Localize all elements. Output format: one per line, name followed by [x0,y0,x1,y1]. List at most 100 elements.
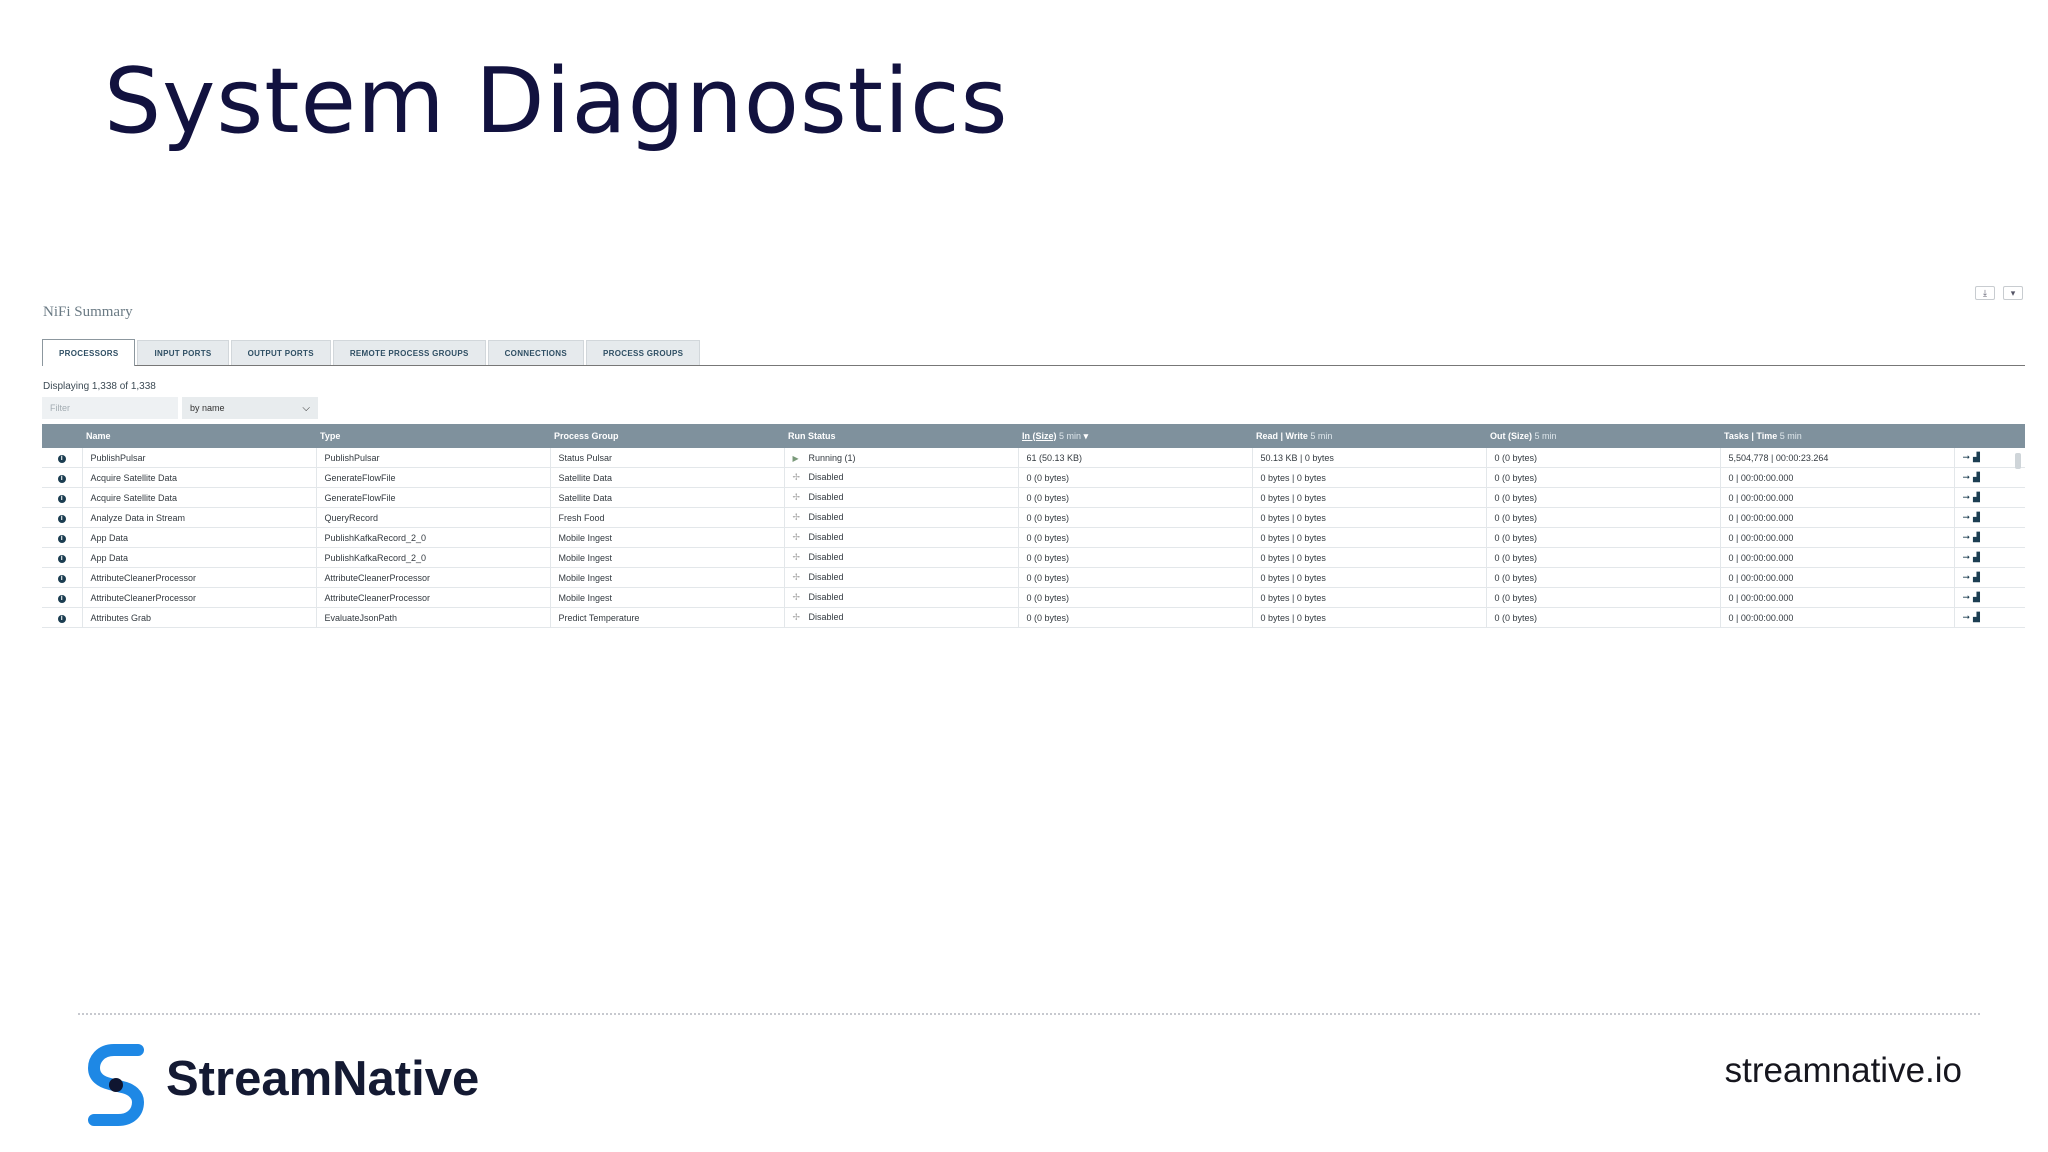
col-read-write[interactable]: Read | Write 5 min [1252,424,1486,448]
table-row[interactable]: i Acquire Satellite Data GenerateFlowFile S… [42,487,2025,508]
disabled-icon: ✢ [792,552,801,562]
bar-chart-icon[interactable]: ▟ [1973,492,1980,502]
chevron-down-icon: ⌵ [302,402,310,414]
arrow-right-icon[interactable]: ➞ [1963,572,1971,582]
info-circle-icon[interactable]: i [57,535,66,543]
bar-chart-icon[interactable]: ▟ [1973,472,1980,482]
cell-run-status: ✢ Disabled [783,487,1018,508]
arrow-right-icon[interactable]: ➞ [1963,612,1971,622]
info-circle-icon[interactable]: i [57,475,66,483]
col-run-status[interactable]: Run Status [784,424,1018,448]
cell-out: 0 (0 bytes) [1485,487,1720,508]
info-cell[interactable]: i [42,487,82,508]
arrow-right-icon[interactable]: ➞ [1963,532,1971,542]
table-row[interactable]: i AttributeCleanerProcessor AttributeClean… [42,587,2025,608]
info-circle-icon[interactable]: i [57,575,66,583]
bar-chart-icon[interactable]: ▟ [1973,572,1980,582]
tab-processors[interactable]: PROCESSORS [42,339,136,366]
bar-chart-icon[interactable]: ▟ [1973,552,1980,562]
info-circle-icon[interactable]: i [57,615,66,623]
tab-input-ports[interactable]: INPUT PORTS [137,340,229,365]
footer-divider [78,1013,1980,1015]
cell-out: 0 (0 bytes) [1485,507,1720,528]
info-circle-icon[interactable]: i [57,555,66,563]
info-cell[interactable]: i [42,467,82,488]
col-out-size[interactable]: Out (Size) 5 min [1486,424,1720,448]
window-controls: ⤓ ▾ [1975,286,2023,300]
col-type[interactable]: Type [316,424,550,448]
disabled-icon: ✢ [792,532,801,542]
bar-chart-icon[interactable]: ▟ [1973,512,1980,522]
col-name[interactable]: Name [82,424,316,448]
cell-type: AttributeCleanerProcessor [315,567,550,588]
cell-in: 0 (0 bytes) [1017,547,1252,568]
processor-table: Name Type Process Group Run Status In (S… [42,424,2025,628]
bar-chart-icon[interactable]: ▟ [1973,612,1980,622]
streamnative-logo-icon [87,1044,145,1131]
cell-run-status: ✢ Disabled [783,467,1018,488]
info-circle-icon[interactable]: i [57,495,66,503]
info-circle-icon[interactable]: i [57,515,66,523]
cell-run-status: ✢ Disabled [783,587,1018,608]
cell-process-group: Mobile Ingest [549,547,784,568]
col-process-group[interactable]: Process Group [550,424,784,448]
cell-tasks-time: 0 | 00:00:00.000 [1719,587,1954,608]
tab-process-groups[interactable]: PROCESS GROUPS [586,340,701,365]
disabled-icon: ✢ [792,572,801,582]
bar-chart-icon[interactable]: ▟ [1973,532,1980,542]
tab-output-ports[interactable]: OUTPUT PORTS [230,340,331,365]
cell-read-write: 50.13 KB | 0 bytes [1251,448,1486,468]
cell-type: PublishPulsar [315,448,550,468]
table-row[interactable]: i Analyze Data in Stream QueryRecord Fresh … [42,507,2025,528]
arrow-right-icon[interactable]: ➞ [1963,472,1971,482]
cell-out: 0 (0 bytes) [1485,467,1720,488]
info-cell[interactable]: i [42,607,82,628]
bar-chart-icon[interactable]: ▟ [1973,452,1980,462]
table-row[interactable]: i Attributes Grab EvaluateJsonPath Predict … [42,607,2025,628]
cell-in: 0 (0 bytes) [1017,607,1252,628]
filter-input[interactable] [42,397,178,419]
table-row[interactable]: i PublishPulsar PublishPulsar Status Pulsar… [42,448,2025,468]
cell-read-write: 0 bytes | 0 bytes [1251,467,1486,488]
tab-connections[interactable]: CONNECTIONS [487,340,585,365]
info-cell[interactable]: i [42,527,82,548]
arrow-right-icon[interactable]: ➞ [1963,552,1971,562]
table-row[interactable]: i App Data PublishKafkaRecord_2_0 Mobile In… [42,527,2025,548]
cell-type: GenerateFlowFile [315,487,550,508]
arrow-right-icon[interactable]: ➞ [1963,592,1971,602]
cell-actions: ➞ ▟ [1953,567,2025,588]
cell-name: Acquire Satellite Data [81,487,316,508]
info-cell[interactable]: i [42,448,82,468]
cell-process-group: Mobile Ingest [549,527,784,548]
table-row[interactable]: i AttributeCleanerProcessor AttributeClean… [42,567,2025,588]
table-scrollbar[interactable] [2015,453,2021,469]
info-cell[interactable]: i [42,547,82,568]
website-url[interactable]: streamnative.io [1725,1051,1962,1091]
close-icon[interactable]: ▾ [2003,286,2023,300]
export-icon[interactable]: ⤓ [1975,286,1995,300]
cell-out: 0 (0 bytes) [1485,547,1720,568]
info-circle-icon[interactable]: i [57,595,66,603]
info-cell[interactable]: i [42,587,82,608]
info-circle-icon[interactable]: i [57,455,66,463]
cell-tasks-time: 0 | 00:00:00.000 [1719,467,1954,488]
table-row[interactable]: i Acquire Satellite Data GenerateFlowFile S… [42,467,2025,488]
filter-by-select[interactable]: by name ⌵ [182,397,318,419]
cell-in: 0 (0 bytes) [1017,507,1252,528]
info-cell[interactable]: i [42,567,82,588]
tab-bar: PROCESSORS INPUT PORTS OUTPUT PORTS REMO… [42,339,2025,366]
cell-actions: ➞ ▟ [1953,607,2025,628]
tab-remote-process-groups[interactable]: REMOTE PROCESS GROUPS [332,340,486,365]
arrow-right-icon[interactable]: ➞ [1963,452,1971,462]
info-cell[interactable]: i [42,507,82,528]
cell-name: AttributeCleanerProcessor [81,567,316,588]
cell-type: QueryRecord [315,507,550,528]
cell-read-write: 0 bytes | 0 bytes [1251,587,1486,608]
col-in-size[interactable]: In (Size) 5 min ▾ [1018,424,1252,448]
arrow-right-icon[interactable]: ➞ [1963,512,1971,522]
col-tasks-time[interactable]: Tasks | Time 5 min [1720,424,1954,448]
bar-chart-icon[interactable]: ▟ [1973,592,1980,602]
table-row[interactable]: i App Data PublishKafkaRecord_2_0 Mobile In… [42,547,2025,568]
cell-in: 0 (0 bytes) [1017,487,1252,508]
arrow-right-icon[interactable]: ➞ [1963,492,1971,502]
